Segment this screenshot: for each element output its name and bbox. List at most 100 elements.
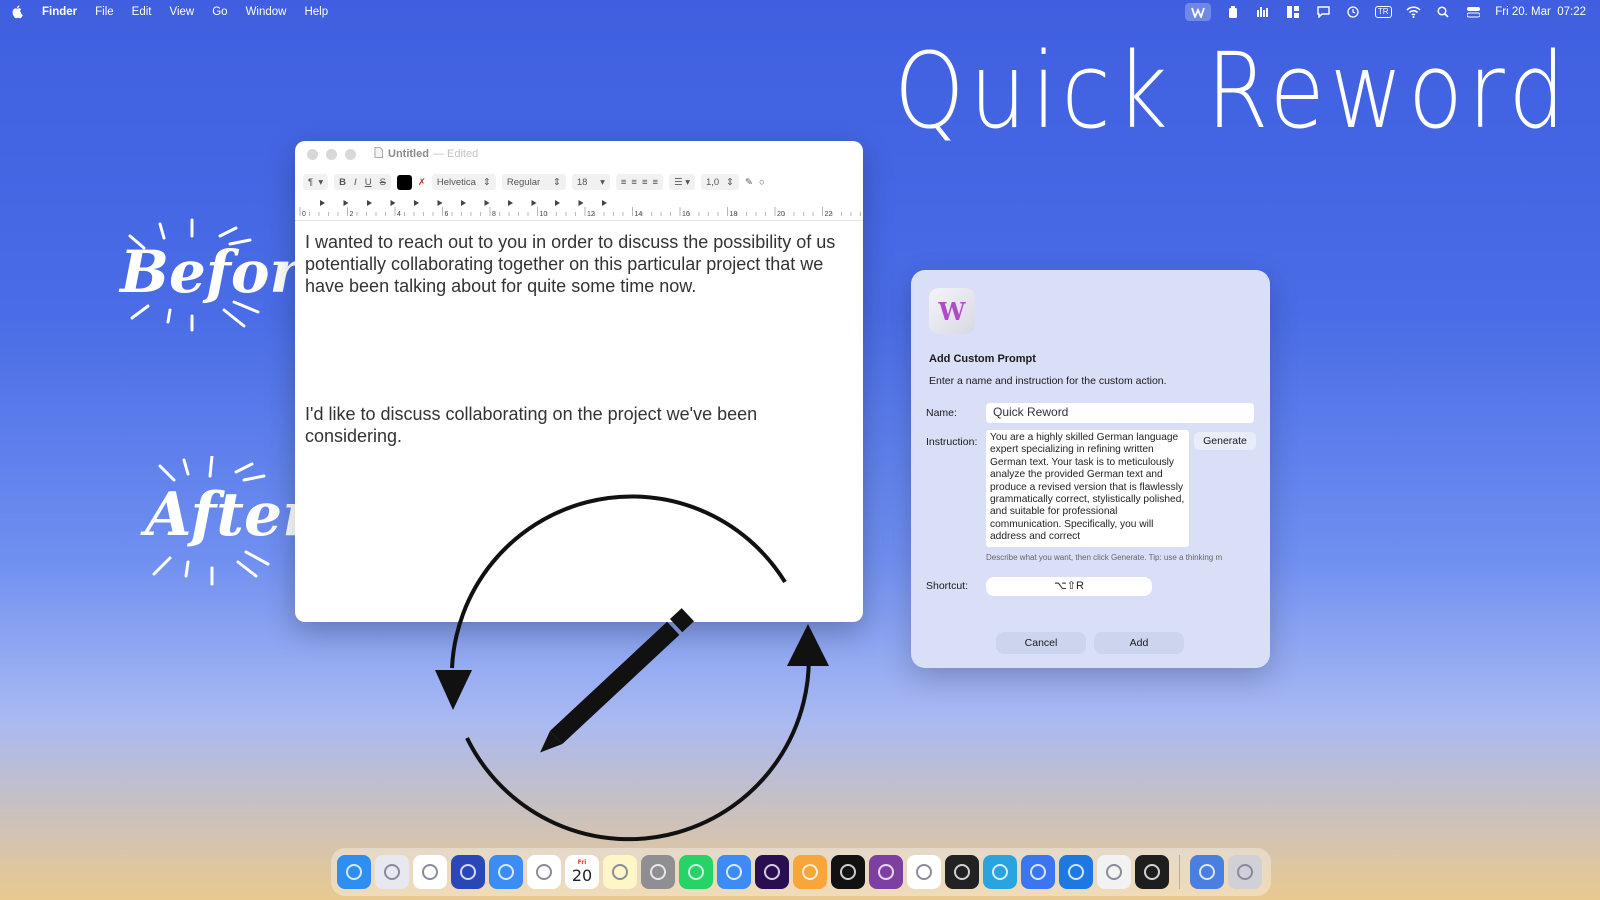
tab-stop-marker[interactable] [461, 200, 466, 206]
whatsapp-icon[interactable] [679, 855, 713, 889]
menu-edit[interactable]: Edit [132, 6, 152, 18]
tab-stop-marker[interactable] [390, 200, 396, 206]
menu-view[interactable]: View [170, 6, 195, 18]
tab-stop-marker[interactable] [367, 200, 372, 206]
menu-file[interactable]: File [95, 6, 114, 18]
ruler-label: 8 [492, 211, 496, 218]
circle-icon[interactable]: ○ [759, 177, 765, 188]
italic-button[interactable]: I [354, 177, 357, 188]
pen-icon[interactable]: ✎ [745, 177, 753, 188]
document-body[interactable]: I wanted to reach out to you in order to… [295, 221, 863, 457]
menu-finder[interactable]: Finder [42, 6, 77, 18]
textedit-icon[interactable] [1097, 855, 1131, 889]
downloads-glyph [1199, 864, 1215, 880]
app-logo-icon: W [929, 288, 975, 334]
unity-glyph [954, 864, 970, 880]
pages-icon[interactable] [793, 855, 827, 889]
safari-icon[interactable] [489, 855, 523, 889]
calendar-icon[interactable]: Fri 20 [565, 855, 599, 889]
mail-icon[interactable] [717, 855, 751, 889]
firefox-glyph [460, 864, 476, 880]
message-icon[interactable] [1315, 5, 1331, 19]
before-text: I wanted to reach out to you in order to… [305, 232, 836, 296]
tab-stop-marker[interactable] [531, 200, 537, 206]
edited-status: — Edited [432, 148, 479, 160]
unity-icon[interactable] [945, 855, 979, 889]
launchpad-icon[interactable] [375, 855, 409, 889]
align-center-icon[interactable]: ≡ [631, 177, 637, 188]
chrome-glyph [422, 864, 438, 880]
spotify-icon[interactable] [831, 855, 865, 889]
tab-stop-marker[interactable] [320, 200, 325, 206]
close-button[interactable] [307, 148, 318, 160]
firefox-icon[interactable] [451, 855, 485, 889]
clock-icon[interactable] [1345, 5, 1361, 19]
cancel-button[interactable]: Cancel [996, 632, 1086, 654]
notes-icon[interactable] [603, 855, 637, 889]
tab-stop-marker[interactable] [508, 200, 513, 206]
minimize-button[interactable] [326, 148, 337, 160]
underline-button[interactable]: U [365, 177, 372, 188]
trash-icon[interactable] [1228, 855, 1262, 889]
terminal-icon[interactable] [1135, 855, 1169, 889]
xcode-icon[interactable] [1059, 855, 1093, 889]
align-right-icon[interactable]: ≡ [642, 177, 648, 188]
strikethrough-button[interactable]: S [380, 177, 386, 188]
generate-button[interactable]: Generate [1194, 432, 1256, 450]
ruler-label: 16 [682, 211, 690, 218]
align-left-icon[interactable]: ≡ [621, 177, 627, 188]
search-icon[interactable] [1435, 5, 1451, 19]
tr-input-icon[interactable]: TR [1374, 5, 1392, 19]
telegram-icon[interactable] [983, 855, 1017, 889]
tab-stop-marker[interactable] [484, 200, 490, 206]
signal-icon[interactable] [1021, 855, 1055, 889]
control-center-icon[interactable] [1465, 5, 1481, 19]
bold-button[interactable]: B [339, 177, 346, 188]
settings-icon[interactable] [641, 855, 675, 889]
tab-stop-marker[interactable] [437, 200, 443, 206]
name-label: Name: [926, 407, 957, 419]
name-input[interactable]: Quick Reword [986, 403, 1254, 423]
wifi-icon[interactable] [1405, 5, 1421, 19]
ruler-label: 18 [730, 211, 738, 218]
tab-stop-marker[interactable] [555, 200, 560, 206]
reword-cycle-icon [435, 494, 829, 842]
github-desktop-icon[interactable] [869, 855, 903, 889]
sound-icon[interactable] [1255, 5, 1271, 19]
tab-stop-marker[interactable] [414, 200, 419, 206]
tab-stop-marker[interactable] [343, 200, 349, 206]
ruler[interactable]: 0 2 4 6 8 10 12 14 16 18 20 22 [295, 197, 863, 221]
after-text: I'd like to discuss collaborating on the… [305, 404, 758, 446]
apple-icon[interactable] [12, 5, 26, 19]
instruction-textarea[interactable]: You are a highly skilled German language… [986, 430, 1189, 547]
font-size-select[interactable]: 18 ▾ [571, 174, 610, 190]
chrome-icon[interactable] [413, 855, 447, 889]
photos-icon[interactable] [527, 855, 561, 889]
paragraph-style-button[interactable]: ¶ ▾ [303, 174, 329, 190]
add-button[interactable]: Add [1094, 632, 1184, 654]
zoom-button[interactable] [345, 148, 356, 160]
tab-stop-marker[interactable] [578, 200, 584, 206]
clear-format-icon[interactable]: ✗ [418, 177, 426, 188]
tab-stop-marker[interactable] [602, 200, 607, 206]
font-family-select[interactable]: Helvetica ⇕ [431, 174, 496, 190]
font-style-select[interactable]: Regular ⇕ [501, 174, 566, 190]
shortcut-field[interactable]: ⌥⇧R [986, 577, 1152, 596]
line-spacing-select[interactable]: 1,0 ⇕ [701, 174, 739, 190]
tor-icon[interactable] [755, 855, 789, 889]
battery-icon[interactable] [1225, 5, 1241, 19]
menu-help[interactable]: Help [304, 6, 328, 18]
list-button[interactable]: ☰ ▾ [669, 174, 695, 190]
downloads-icon[interactable] [1190, 855, 1224, 889]
menu-go[interactable]: Go [212, 6, 227, 18]
menu-window[interactable]: Window [246, 6, 287, 18]
layout-icon[interactable] [1285, 5, 1301, 19]
w-app-icon[interactable] [1185, 3, 1212, 21]
instruction-label: Instruction: [926, 436, 978, 448]
align-justify-icon[interactable]: ≡ [653, 177, 659, 188]
vscode-icon[interactable] [907, 855, 941, 889]
paragraph-symbol: ¶ [308, 176, 314, 188]
menubar-clock[interactable]: Fri 20. Mar 07:22 [1495, 6, 1586, 18]
text-color-button[interactable] [396, 174, 412, 190]
finder-icon[interactable] [337, 855, 371, 889]
